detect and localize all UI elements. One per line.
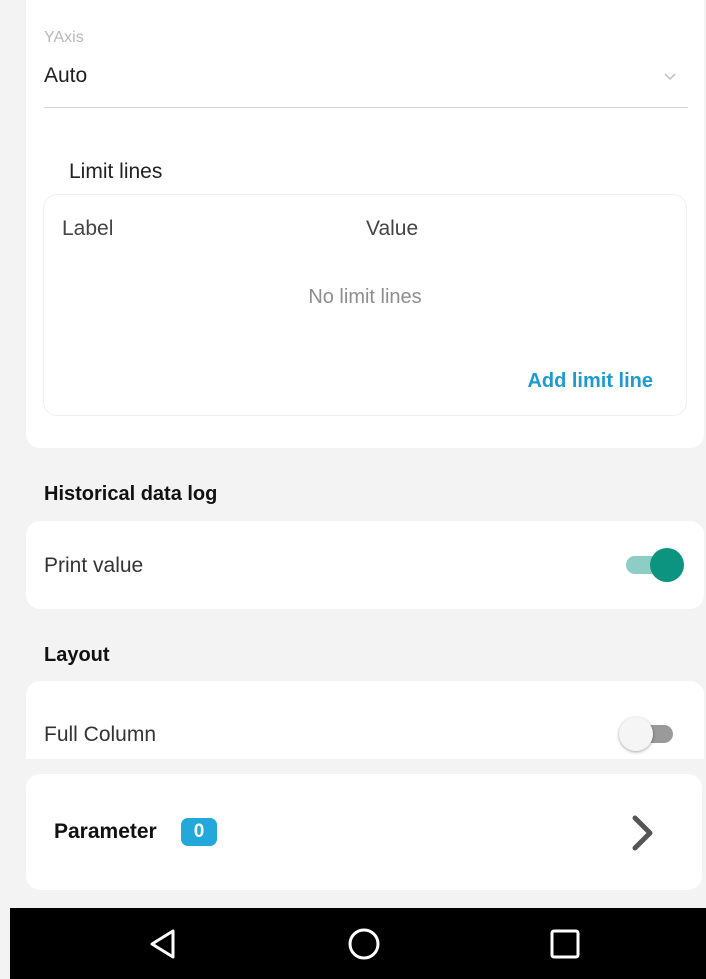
recents-icon[interactable]	[545, 924, 585, 964]
toggle-knob	[619, 717, 653, 751]
add-limit-line-button[interactable]: Add limit line	[527, 370, 653, 393]
layout-title: Layout	[44, 644, 110, 666]
print-value-toggle[interactable]	[624, 546, 688, 584]
print-value-label: Print value	[44, 554, 144, 577]
column-header-label: Label	[62, 217, 114, 240]
chevron-down-icon[interactable]	[662, 68, 678, 84]
limit-lines-title: Limit lines	[69, 160, 163, 183]
full-column-label: Full Column	[44, 723, 157, 746]
full-column-row: Full Column	[26, 681, 704, 759]
column-header-value: Value	[366, 217, 419, 240]
chevron-right-icon[interactable]	[629, 812, 657, 854]
parameter-count-badge: 0	[181, 818, 217, 846]
yaxis-underline	[44, 107, 688, 108]
yaxis-value[interactable]: Auto	[44, 64, 87, 88]
full-column-toggle[interactable]	[619, 715, 683, 753]
limit-lines-table: Label Value No limit lines Add limit lin…	[43, 194, 687, 416]
historical-data-log-title: Historical data log	[44, 483, 218, 505]
empty-state-text: No limit lines	[308, 286, 422, 308]
parameter-row[interactable]: Parameter 0	[26, 774, 702, 890]
parameter-label: Parameter	[54, 820, 157, 843]
home-icon[interactable]	[344, 924, 384, 964]
settings-screen: YAxis Auto Limit lines Label Value No li…	[10, 0, 706, 908]
print-value-row: Print value	[26, 521, 704, 609]
system-navigation-bar	[10, 908, 706, 979]
yaxis-label: YAxis	[44, 29, 84, 46]
back-icon[interactable]	[145, 924, 185, 964]
toggle-knob	[650, 548, 684, 582]
chart-settings-card: YAxis Auto Limit lines Label Value No li…	[26, 0, 704, 448]
